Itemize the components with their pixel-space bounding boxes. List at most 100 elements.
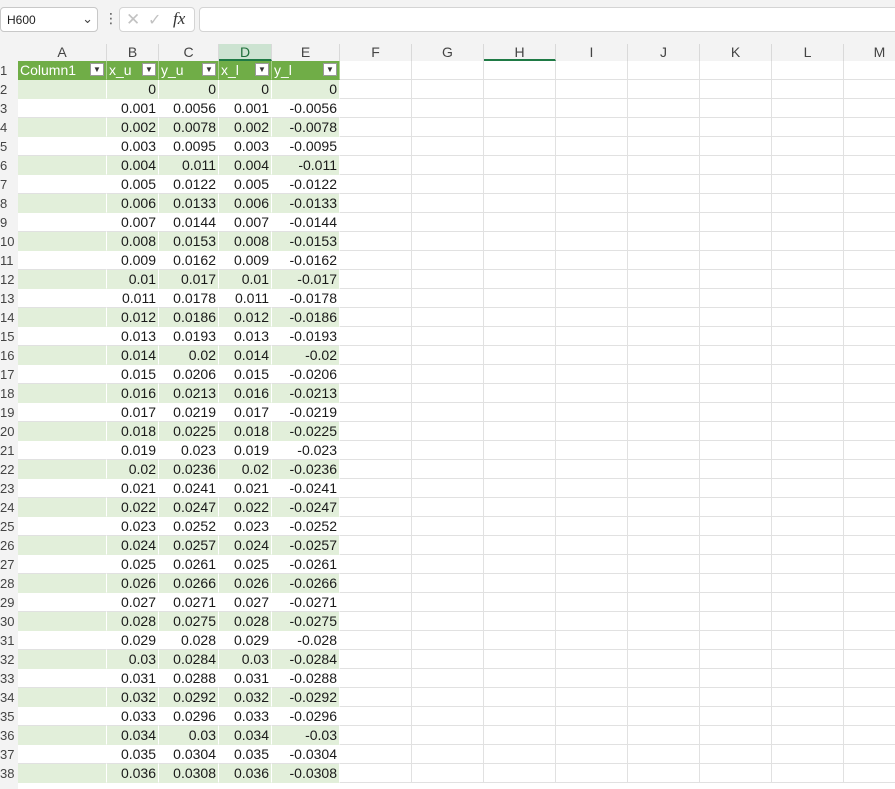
column-header-g[interactable]: G <box>412 44 484 61</box>
cell[interactable] <box>700 308 772 327</box>
cell[interactable] <box>772 555 844 574</box>
cell[interactable]: -0.0241 <box>272 479 340 498</box>
cell[interactable] <box>844 479 895 498</box>
row-header[interactable]: 9 <box>0 213 18 232</box>
cell[interactable] <box>844 308 895 327</box>
cell[interactable] <box>18 289 107 308</box>
cell[interactable] <box>340 745 412 764</box>
cell[interactable] <box>844 289 895 308</box>
cell[interactable] <box>412 384 484 403</box>
cell[interactable] <box>556 403 628 422</box>
cell[interactable]: 0.008 <box>107 232 159 251</box>
cell[interactable]: -0.0056 <box>272 99 340 118</box>
cell[interactable] <box>340 213 412 232</box>
filter-dropdown-icon[interactable]: ▼ <box>90 63 104 76</box>
cell[interactable]: -0.0225 <box>272 422 340 441</box>
cell[interactable] <box>844 213 895 232</box>
cell[interactable]: 0 <box>159 80 219 99</box>
cell[interactable] <box>844 498 895 517</box>
cell[interactable] <box>700 80 772 99</box>
cell[interactable] <box>412 574 484 593</box>
cell[interactable]: -0.0284 <box>272 650 340 669</box>
cell[interactable] <box>556 441 628 460</box>
cell[interactable] <box>700 270 772 289</box>
cell[interactable]: -0.0252 <box>272 517 340 536</box>
cell[interactable] <box>628 650 700 669</box>
cell[interactable]: 0.03 <box>107 650 159 669</box>
cell[interactable] <box>628 384 700 403</box>
cell[interactable]: 0.0292 <box>159 688 219 707</box>
cell[interactable] <box>772 213 844 232</box>
cell[interactable]: 0.021 <box>219 479 272 498</box>
cell[interactable] <box>412 327 484 346</box>
cell[interactable] <box>844 194 895 213</box>
cell[interactable] <box>412 707 484 726</box>
cell[interactable] <box>484 346 556 365</box>
row-header[interactable]: 12 <box>0 270 18 289</box>
cell[interactable]: 0.0275 <box>159 612 219 631</box>
cell[interactable] <box>340 270 412 289</box>
row-header[interactable]: 22 <box>0 460 18 479</box>
column-header-h[interactable]: H <box>484 44 556 61</box>
cell[interactable]: -0.023 <box>272 441 340 460</box>
cell[interactable]: 0.034 <box>107 726 159 745</box>
cell[interactable] <box>18 650 107 669</box>
cell[interactable] <box>556 517 628 536</box>
cell[interactable] <box>340 669 412 688</box>
cell[interactable] <box>412 232 484 251</box>
cell[interactable] <box>18 726 107 745</box>
cell[interactable] <box>772 270 844 289</box>
cell[interactable] <box>484 137 556 156</box>
cell[interactable]: 0.005 <box>219 175 272 194</box>
cell[interactable]: 0.0213 <box>159 384 219 403</box>
column-header-c[interactable]: C <box>159 44 219 61</box>
cell[interactable] <box>18 118 107 137</box>
cell[interactable] <box>628 156 700 175</box>
cell[interactable] <box>484 460 556 479</box>
cell[interactable]: 0.02 <box>107 460 159 479</box>
cell[interactable] <box>700 99 772 118</box>
row-header[interactable]: 34 <box>0 688 18 707</box>
cell[interactable] <box>772 80 844 99</box>
cell[interactable]: 0.001 <box>107 99 159 118</box>
filter-dropdown-icon[interactable]: ▼ <box>142 63 156 76</box>
cell[interactable] <box>340 327 412 346</box>
cell[interactable]: 0.004 <box>219 156 272 175</box>
cell[interactable] <box>484 384 556 403</box>
cell[interactable] <box>484 745 556 764</box>
cell[interactable] <box>18 213 107 232</box>
cell[interactable]: 0 <box>107 80 159 99</box>
cell[interactable] <box>484 308 556 327</box>
row-header[interactable]: 10 <box>0 232 18 251</box>
cell[interactable] <box>484 175 556 194</box>
cell[interactable] <box>18 308 107 327</box>
row-header[interactable]: 26 <box>0 536 18 555</box>
cell[interactable] <box>700 593 772 612</box>
cell[interactable] <box>18 422 107 441</box>
cell[interactable] <box>628 118 700 137</box>
cell[interactable]: 0.0178 <box>159 289 219 308</box>
cell[interactable] <box>772 156 844 175</box>
cell[interactable]: -0.017 <box>272 270 340 289</box>
cell[interactable]: 0.022 <box>107 498 159 517</box>
cell[interactable]: 0.0153 <box>159 232 219 251</box>
cell[interactable] <box>556 764 628 783</box>
cell[interactable] <box>628 460 700 479</box>
cell[interactable] <box>556 650 628 669</box>
name-box[interactable]: H600 ⌄ <box>0 7 98 32</box>
row-header[interactable]: 30 <box>0 612 18 631</box>
cell[interactable] <box>772 536 844 555</box>
row-header[interactable]: 36 <box>0 726 18 745</box>
cell[interactable] <box>340 251 412 270</box>
cell[interactable]: -0.0247 <box>272 498 340 517</box>
row-header[interactable]: 20 <box>0 422 18 441</box>
cell[interactable]: 0.0241 <box>159 479 219 498</box>
cell[interactable] <box>628 175 700 194</box>
cell[interactable]: 0.007 <box>219 213 272 232</box>
cell[interactable] <box>412 498 484 517</box>
cell[interactable] <box>18 612 107 631</box>
cell[interactable] <box>556 593 628 612</box>
cell[interactable]: 0.0144 <box>159 213 219 232</box>
column-header-m[interactable]: M <box>844 44 895 61</box>
cell[interactable] <box>772 650 844 669</box>
